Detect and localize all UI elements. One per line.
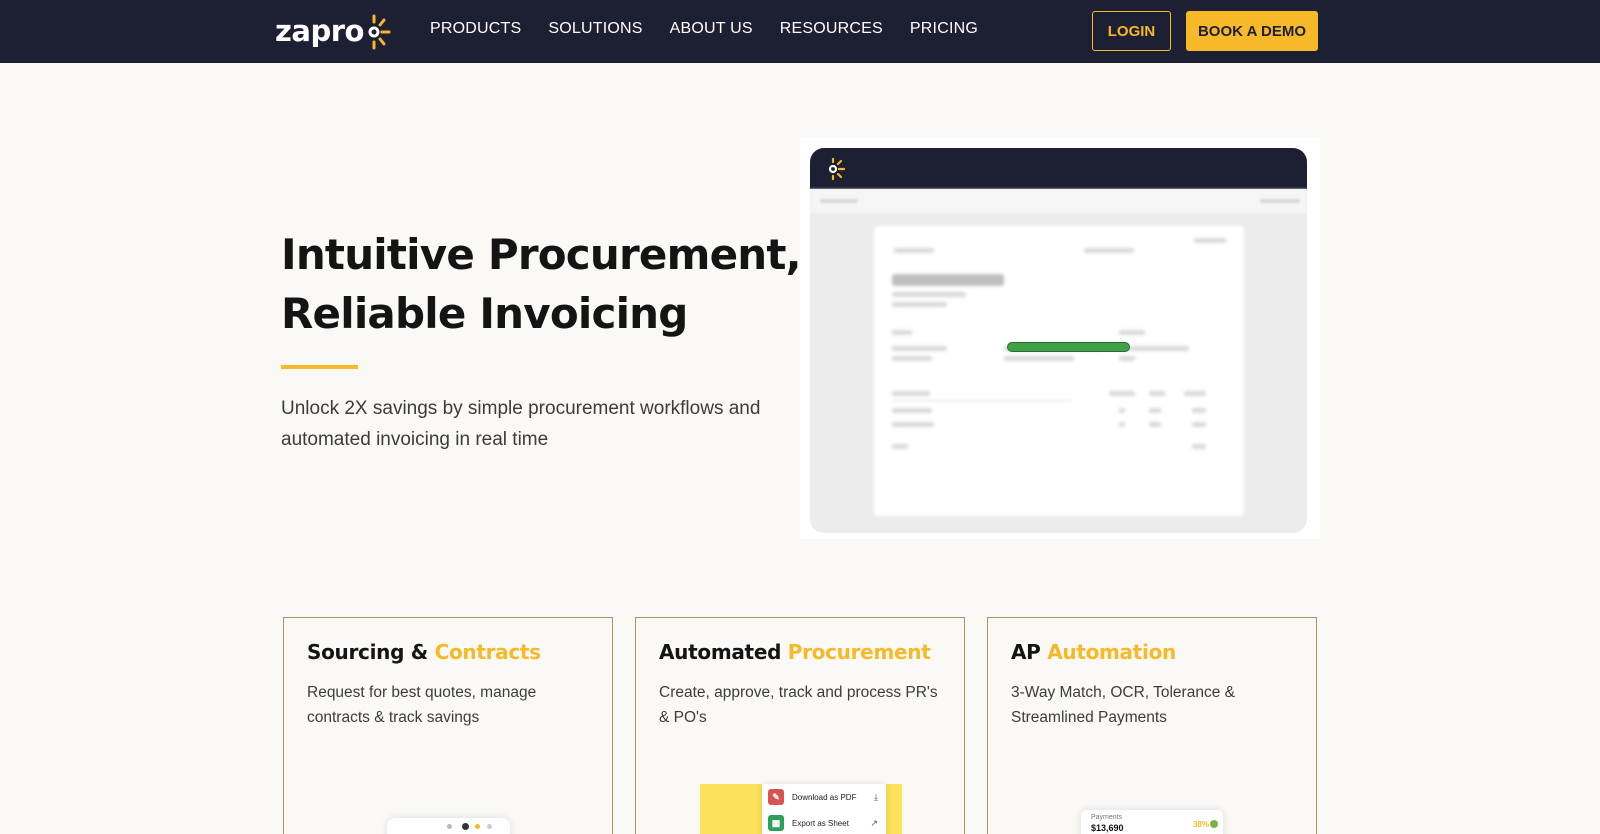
download-icon: ⤓ <box>874 791 878 802</box>
sheet-icon: ▦ <box>768 815 784 831</box>
card-description: 3-Way Match, OCR, Tolerance & Streamline… <box>1011 684 1235 726</box>
menu-item-download-pdf[interactable]: ✎ Download as PDF ⤓ <box>768 787 880 807</box>
card-title-plain: AP <box>1011 640 1048 664</box>
menu-item-export-sheet[interactable]: ▦ Export as Sheet ↗ <box>768 813 880 833</box>
external-link-icon: ↗ <box>870 817 878 828</box>
card-title: Automated Procurement <box>659 640 931 664</box>
login-button[interactable]: LOGIN <box>1092 11 1171 51</box>
preview-app-frame <box>810 148 1307 533</box>
hero-subtitle: Unlock 2X savings by simple procurement … <box>281 398 761 450</box>
nav-link-about-us[interactable]: ABOUT US <box>670 20 753 38</box>
record-icon <box>462 823 469 830</box>
payments-label: Payments <box>1091 814 1123 821</box>
logo-text: zapro <box>275 14 364 48</box>
card-title-plain: Automated <box>659 640 788 664</box>
card-description: Create, approve, track and process PR's … <box>659 684 938 726</box>
sun-logo-icon <box>368 14 391 50</box>
preview-toolbar <box>810 189 1307 213</box>
approval-progress-bar <box>1007 342 1130 352</box>
preview-app-header <box>810 148 1307 189</box>
card-title: AP Automation <box>1011 640 1176 664</box>
hero-title: Intuitive Procurement, Reliable Invoicin… <box>281 225 802 343</box>
product-preview <box>800 138 1320 539</box>
nav-link-products[interactable]: PRODUCTS <box>430 20 521 38</box>
cursor-icon <box>447 824 452 829</box>
card-description: Request for best quotes, manage contract… <box>307 684 537 726</box>
payments-preview-widget: Payments $13,690 38% <box>1081 810 1223 834</box>
export-preview-widget: ✎ Download as PDF ⤓ ▦ Export as Sheet ↗ <box>700 784 902 834</box>
top-navbar: zapro PRODUCTS SOLUTIONS ABOUT US RESOUR… <box>0 0 1600 63</box>
trend-up-icon <box>1210 820 1218 828</box>
nav-link-resources[interactable]: RESOURCES <box>780 20 883 38</box>
hero-title-line-1: Intuitive Procurement, <box>281 230 802 279</box>
card-title-plain: Sourcing & <box>307 640 435 664</box>
nav-links: PRODUCTS SOLUTIONS ABOUT US RESOURCES PR… <box>430 20 978 38</box>
hero-title-line-2: Reliable Invoicing <box>281 289 688 338</box>
spark-icon <box>475 824 480 829</box>
menu-item-label: Download as PDF <box>792 792 857 802</box>
lock-icon <box>487 824 492 829</box>
export-menu: ✎ Download as PDF ⤓ ▦ Export as Sheet ↗ <box>762 784 886 834</box>
zapro-logo[interactable]: zapro <box>275 10 391 52</box>
preview-invoice-document <box>874 226 1244 516</box>
card-title: Sourcing & Contracts <box>307 640 541 664</box>
feature-card-procurement[interactable]: Automated Procurement Create, approve, t… <box>635 617 965 834</box>
sourcing-preview-widget <box>387 818 510 834</box>
payments-percent: 38% <box>1192 820 1209 829</box>
feature-card-ap-automation[interactable]: AP Automation 3-Way Match, OCR, Toleranc… <box>987 617 1317 834</box>
card-title-accent: Automation <box>1047 640 1176 664</box>
nav-link-pricing[interactable]: PRICING <box>910 20 978 38</box>
nav-link-solutions[interactable]: SOLUTIONS <box>548 20 642 38</box>
hero-accent-divider <box>281 365 358 369</box>
book-demo-button[interactable]: BOOK A DEMO <box>1186 11 1318 51</box>
pdf-icon: ✎ <box>768 789 784 805</box>
menu-item-label: Export as Sheet <box>792 818 849 828</box>
sun-logo-icon <box>828 157 846 181</box>
feature-card-sourcing[interactable]: Sourcing & Contracts Request for best qu… <box>283 617 613 834</box>
payments-value: $13,690 <box>1091 823 1124 833</box>
card-title-accent: Procurement <box>787 640 931 664</box>
card-title-accent: Contracts <box>434 640 542 664</box>
